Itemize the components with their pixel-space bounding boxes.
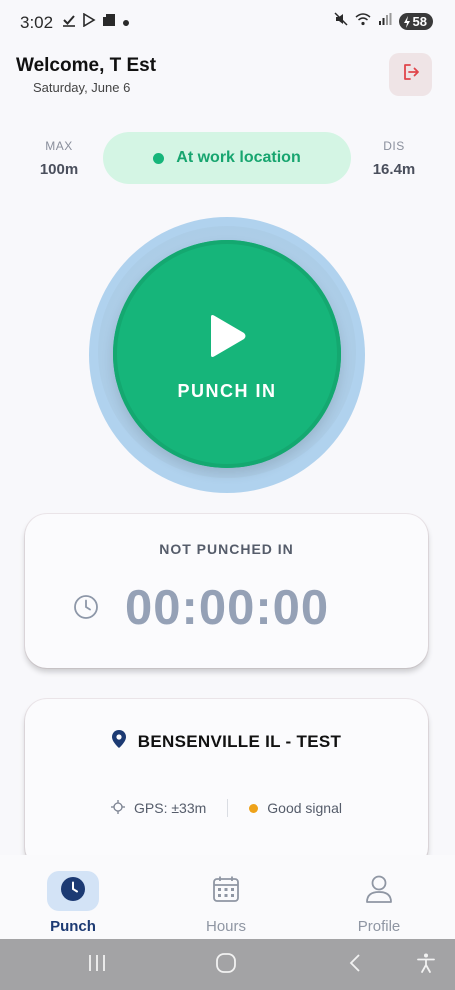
clipboard-icon: [102, 13, 116, 32]
nav-item-hours[interactable]: Hours: [176, 871, 276, 935]
system-nav-bar: [0, 939, 455, 990]
clock-icon: [60, 876, 86, 907]
recent-apps-button[interactable]: [86, 952, 108, 979]
location-card: BENSENVILLE IL - TEST GPS: ±33m Good sig…: [25, 699, 428, 869]
status-time: 3:02: [20, 13, 54, 32]
signal-quality: Good signal: [267, 800, 342, 816]
timer-card: NOT PUNCHED IN 00:00:00: [25, 514, 428, 668]
wifi-icon: [355, 12, 371, 31]
logout-icon: [401, 62, 421, 87]
nav-label-punch: Punch: [50, 918, 96, 935]
max-label: MAX: [45, 139, 73, 153]
check-icon: [62, 13, 76, 32]
play-icon: [207, 314, 247, 363]
battery-icon: 58: [398, 13, 433, 30]
site-row: BENSENVILLE IL - TEST: [25, 730, 428, 753]
location-status-text: At work location: [176, 149, 301, 166]
battery-level: 58: [412, 14, 427, 29]
status-icons-right: 58: [334, 12, 433, 31]
nav-profile-icon-wrap: [353, 871, 405, 911]
home-button[interactable]: [215, 952, 237, 979]
status-bar: 3:02 58: [0, 0, 455, 44]
max-distance-stat: MAX 100m: [24, 139, 94, 178]
punch-in-label: PUNCH IN: [177, 381, 277, 401]
accessibility-icon[interactable]: [415, 952, 437, 979]
divider: [227, 799, 229, 817]
back-button[interactable]: [344, 952, 366, 979]
location-status-pill: At work location: [103, 132, 351, 184]
dis-value: 16.4m: [372, 161, 416, 178]
nav-item-profile[interactable]: Profile: [329, 871, 429, 935]
signal-icon: [378, 12, 392, 31]
location-status-dot: [153, 152, 165, 164]
gps-row: GPS: ±33m Good signal: [25, 799, 428, 817]
clock-icon: [73, 594, 99, 625]
nav-label-profile: Profile: [357, 918, 401, 935]
person-icon: [365, 874, 393, 909]
mute-icon: [334, 12, 348, 31]
max-value: 100m: [39, 161, 79, 178]
nav-item-punch[interactable]: Punch: [23, 871, 123, 935]
current-distance-stat: DIS 16.4m: [359, 139, 429, 178]
dot-icon: [122, 14, 130, 32]
nav-hours-icon-wrap: [200, 871, 252, 911]
crosshair-icon: [111, 799, 125, 817]
signal-dot: [249, 803, 259, 813]
current-date: Saturday, June 6: [33, 80, 131, 95]
gps-accuracy: GPS: ±33m: [134, 800, 207, 816]
dis-label: DIS: [383, 139, 405, 153]
location-pin-icon: [111, 730, 126, 753]
status-icons-left: [62, 12, 130, 32]
punch-in-button[interactable]: PUNCH IN: [113, 240, 341, 468]
timer-value: 00:00:00: [125, 581, 330, 635]
punch-status-text: NOT PUNCHED IN: [159, 541, 294, 557]
play-store-icon: [82, 12, 96, 32]
nav-label-hours: Hours: [205, 918, 246, 935]
welcome-title: Welcome, T Est: [16, 55, 157, 76]
calendar-icon: [212, 875, 240, 908]
bottom-nav: Punch Hours Profile: [0, 855, 455, 939]
logout-button[interactable]: [389, 53, 432, 96]
nav-punch-icon-wrap: [47, 871, 99, 911]
site-name: BENSENVILLE IL - TEST: [137, 731, 342, 751]
